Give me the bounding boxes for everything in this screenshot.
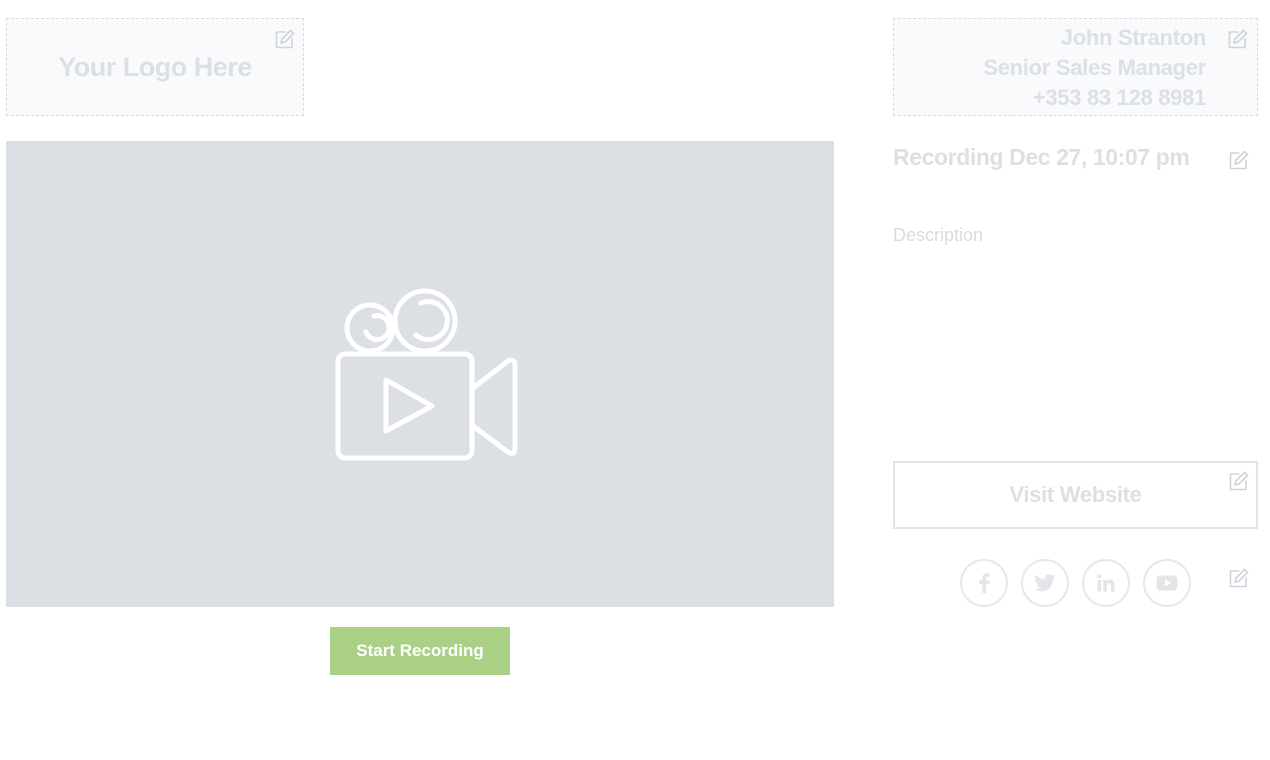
video-preview: [6, 141, 834, 607]
edit-contact-icon[interactable]: [1226, 29, 1248, 51]
visit-website-label: Visit Website: [1009, 482, 1142, 507]
edit-title-icon[interactable]: [1227, 150, 1249, 172]
youtube-link[interactable]: [1143, 559, 1191, 607]
edit-social-icon[interactable]: [1227, 568, 1249, 590]
edit-website-icon[interactable]: [1227, 471, 1249, 493]
contact-info-box[interactable]: John Stranton Senior Sales Manager +353 …: [893, 18, 1258, 116]
recording-title[interactable]: Recording Dec 27, 10:07 pm: [893, 141, 1190, 173]
linkedin-link[interactable]: [1082, 559, 1130, 607]
logo-text: Your Logo Here: [58, 51, 252, 82]
description-field[interactable]: Description: [893, 222, 983, 248]
visit-website-button[interactable]: Visit Website: [893, 461, 1258, 529]
social-links: [960, 559, 1191, 607]
contact-title: Senior Sales Manager: [983, 55, 1206, 80]
contact-name: John Stranton: [1060, 25, 1207, 50]
twitter-icon: [1034, 574, 1056, 592]
youtube-icon: [1156, 575, 1178, 591]
video-camera-play-icon: [335, 288, 518, 461]
facebook-icon: [979, 573, 990, 593]
facebook-link[interactable]: [960, 559, 1008, 607]
contact-phone: +353 83 128 8981: [1032, 85, 1207, 110]
twitter-link[interactable]: [1021, 559, 1069, 607]
edit-logo-icon[interactable]: [273, 29, 295, 51]
start-recording-button[interactable]: Start Recording: [330, 627, 510, 675]
logo-placeholder[interactable]: Your Logo Here: [6, 18, 304, 116]
linkedin-icon: [1097, 574, 1115, 592]
